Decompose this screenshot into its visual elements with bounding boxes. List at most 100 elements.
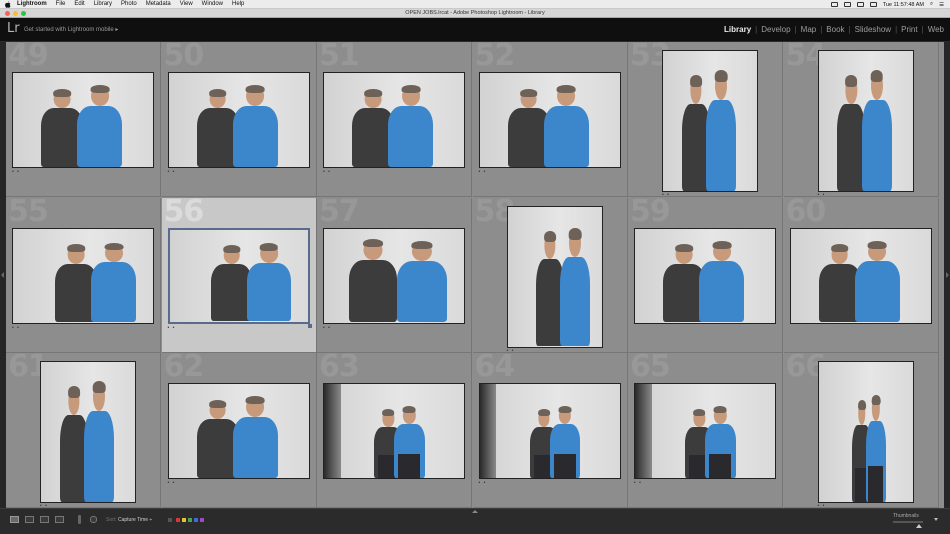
sync-icon[interactable] xyxy=(843,2,851,7)
toolbar-menu-icon[interactable] xyxy=(934,518,938,521)
rating-stars[interactable]: • • xyxy=(12,325,20,331)
battery-icon[interactable] xyxy=(869,2,877,7)
photo-thumbnail[interactable] xyxy=(167,383,310,479)
grid-cell[interactable]: 66 • • xyxy=(783,353,939,508)
hair-shape xyxy=(208,399,227,408)
grid-view-button[interactable] xyxy=(10,516,19,523)
painter-icon[interactable] xyxy=(78,515,81,524)
rating-stars[interactable]: • • xyxy=(168,169,176,175)
photo-thumbnail[interactable] xyxy=(12,72,154,168)
rating-stars[interactable]: • • xyxy=(634,480,642,486)
photo-thumbnail[interactable] xyxy=(12,227,154,324)
grid-cell[interactable]: 54 • • xyxy=(783,42,939,197)
photo-thumbnail[interactable] xyxy=(817,50,914,192)
notifications-icon[interactable]: ☰ xyxy=(939,2,944,8)
wifi-icon[interactable] xyxy=(856,2,864,7)
menu-metadata[interactable]: Metadata xyxy=(146,1,171,7)
dropbox-icon[interactable] xyxy=(830,2,838,7)
menu-window[interactable]: Window xyxy=(202,1,223,7)
flag-icon[interactable] xyxy=(168,518,172,522)
label-blue-chip[interactable] xyxy=(194,518,198,522)
grid-cell[interactable]: 62 • • xyxy=(161,353,317,508)
menu-library[interactable]: Library xyxy=(94,1,112,7)
slider-knob-icon[interactable] xyxy=(916,524,922,528)
photo-thumbnail[interactable] xyxy=(323,227,465,324)
grid-cell[interactable]: 65 • • xyxy=(628,353,783,508)
photo-thumbnail[interactable] xyxy=(506,205,603,348)
right-panel-toggle[interactable] xyxy=(944,42,950,508)
grid-cell[interactable]: 51 • • xyxy=(317,42,472,197)
rating-stars[interactable]: • • xyxy=(479,480,487,486)
photo-thumbnail[interactable] xyxy=(634,383,776,479)
photo-thumbnail[interactable] xyxy=(167,72,310,168)
rating-stars[interactable]: • • xyxy=(662,192,670,196)
photo-thumbnail[interactable] xyxy=(789,227,932,324)
grid-cell[interactable]: 50 • • xyxy=(161,42,317,197)
loupe-view-button[interactable] xyxy=(25,516,34,523)
search-icon[interactable]: ⌕ xyxy=(930,1,933,8)
module-web[interactable]: Web xyxy=(928,25,944,34)
subject-figure xyxy=(699,240,745,323)
hair-shape xyxy=(712,240,732,249)
label-purple-chip[interactable] xyxy=(200,518,204,522)
module-slideshow[interactable]: Slideshow xyxy=(855,25,891,34)
close-icon[interactable] xyxy=(5,11,10,16)
module-print[interactable]: Print xyxy=(901,25,917,34)
label-yellow-chip[interactable] xyxy=(182,518,186,522)
photo-thumbnail[interactable] xyxy=(40,361,136,503)
grid-cell[interactable]: 60 xyxy=(783,197,939,353)
rating-stars[interactable]: • • xyxy=(479,169,487,175)
grid-cell[interactable]: 55 • • xyxy=(6,197,161,353)
grid-cell[interactable]: 63 xyxy=(317,353,472,508)
grid-cell[interactable]: 61 • • xyxy=(6,353,161,508)
lr-mobile-prompt[interactable]: Get started with Lightroom mobile ▸ xyxy=(24,26,118,33)
thumbnail-size-slider[interactable] xyxy=(893,521,923,523)
rating-stars[interactable]: • • xyxy=(818,192,826,196)
grid-cell[interactable]: 52 • • xyxy=(472,42,628,197)
rating-stars[interactable]: • • xyxy=(168,480,176,486)
grid-cell[interactable]: 53 • • xyxy=(628,42,783,197)
photo-thumbnail[interactable] xyxy=(323,72,465,168)
sort-direction-icon[interactable] xyxy=(90,516,97,523)
photo-thumbnail[interactable] xyxy=(323,383,465,479)
rating-stars[interactable]: • • xyxy=(323,169,331,175)
label-green-chip[interactable] xyxy=(188,518,192,522)
grid-cell[interactable]: 58 • • xyxy=(472,197,628,353)
menu-app-name[interactable]: Lightroom xyxy=(17,1,47,7)
apple-icon[interactable] xyxy=(5,0,11,8)
survey-view-button[interactable] xyxy=(55,516,64,523)
minimize-icon[interactable] xyxy=(13,11,18,16)
menu-help[interactable]: Help xyxy=(232,1,244,7)
rating-stars[interactable]: • • xyxy=(507,348,515,352)
menu-photo[interactable]: Photo xyxy=(121,1,137,7)
filmstrip-toggle-icon[interactable] xyxy=(472,510,478,513)
grid-cell[interactable]: 57 • • xyxy=(317,197,472,353)
photo-thumbnail[interactable] xyxy=(478,383,621,479)
menu-view[interactable]: View xyxy=(180,1,193,7)
label-red-chip[interactable] xyxy=(176,518,180,522)
hair-shape xyxy=(558,405,572,413)
module-book[interactable]: Book xyxy=(826,25,844,34)
menu-file[interactable]: File xyxy=(56,1,66,7)
grid-cell[interactable]: 49 • • xyxy=(6,42,161,197)
rating-stars[interactable]: • • xyxy=(12,169,20,175)
compare-view-button[interactable] xyxy=(40,516,49,523)
photo-thumbnail[interactable] xyxy=(634,227,776,324)
menu-edit[interactable]: Edit xyxy=(74,1,84,7)
grid-cell[interactable]: 56 • • xyxy=(161,197,317,353)
grid-cell[interactable]: 64 • • xyxy=(472,353,628,508)
photo-thumbnail[interactable] xyxy=(478,72,621,168)
sort-dropdown[interactable]: Capture Time ÷ xyxy=(118,517,152,523)
photo-thumbnail[interactable] xyxy=(817,361,914,503)
menubar-clock[interactable]: Tue 11:57:48 AM xyxy=(883,2,924,8)
module-develop[interactable]: Develop xyxy=(761,25,790,34)
module-map[interactable]: Map xyxy=(801,25,817,34)
grid-cell[interactable]: 59 xyxy=(628,197,783,353)
library-grid[interactable]: 49 • • 50 • • 51 • • 52 • • 53 • • 54 • • 55 • • 56 • •… xyxy=(6,42,944,508)
rating-stars[interactable]: • • xyxy=(168,325,176,331)
zoom-icon[interactable] xyxy=(21,11,26,16)
photo-thumbnail[interactable] xyxy=(167,227,310,324)
rating-stars[interactable]: • • xyxy=(323,325,331,331)
module-library[interactable]: Library xyxy=(724,25,751,34)
photo-thumbnail[interactable] xyxy=(662,50,758,192)
